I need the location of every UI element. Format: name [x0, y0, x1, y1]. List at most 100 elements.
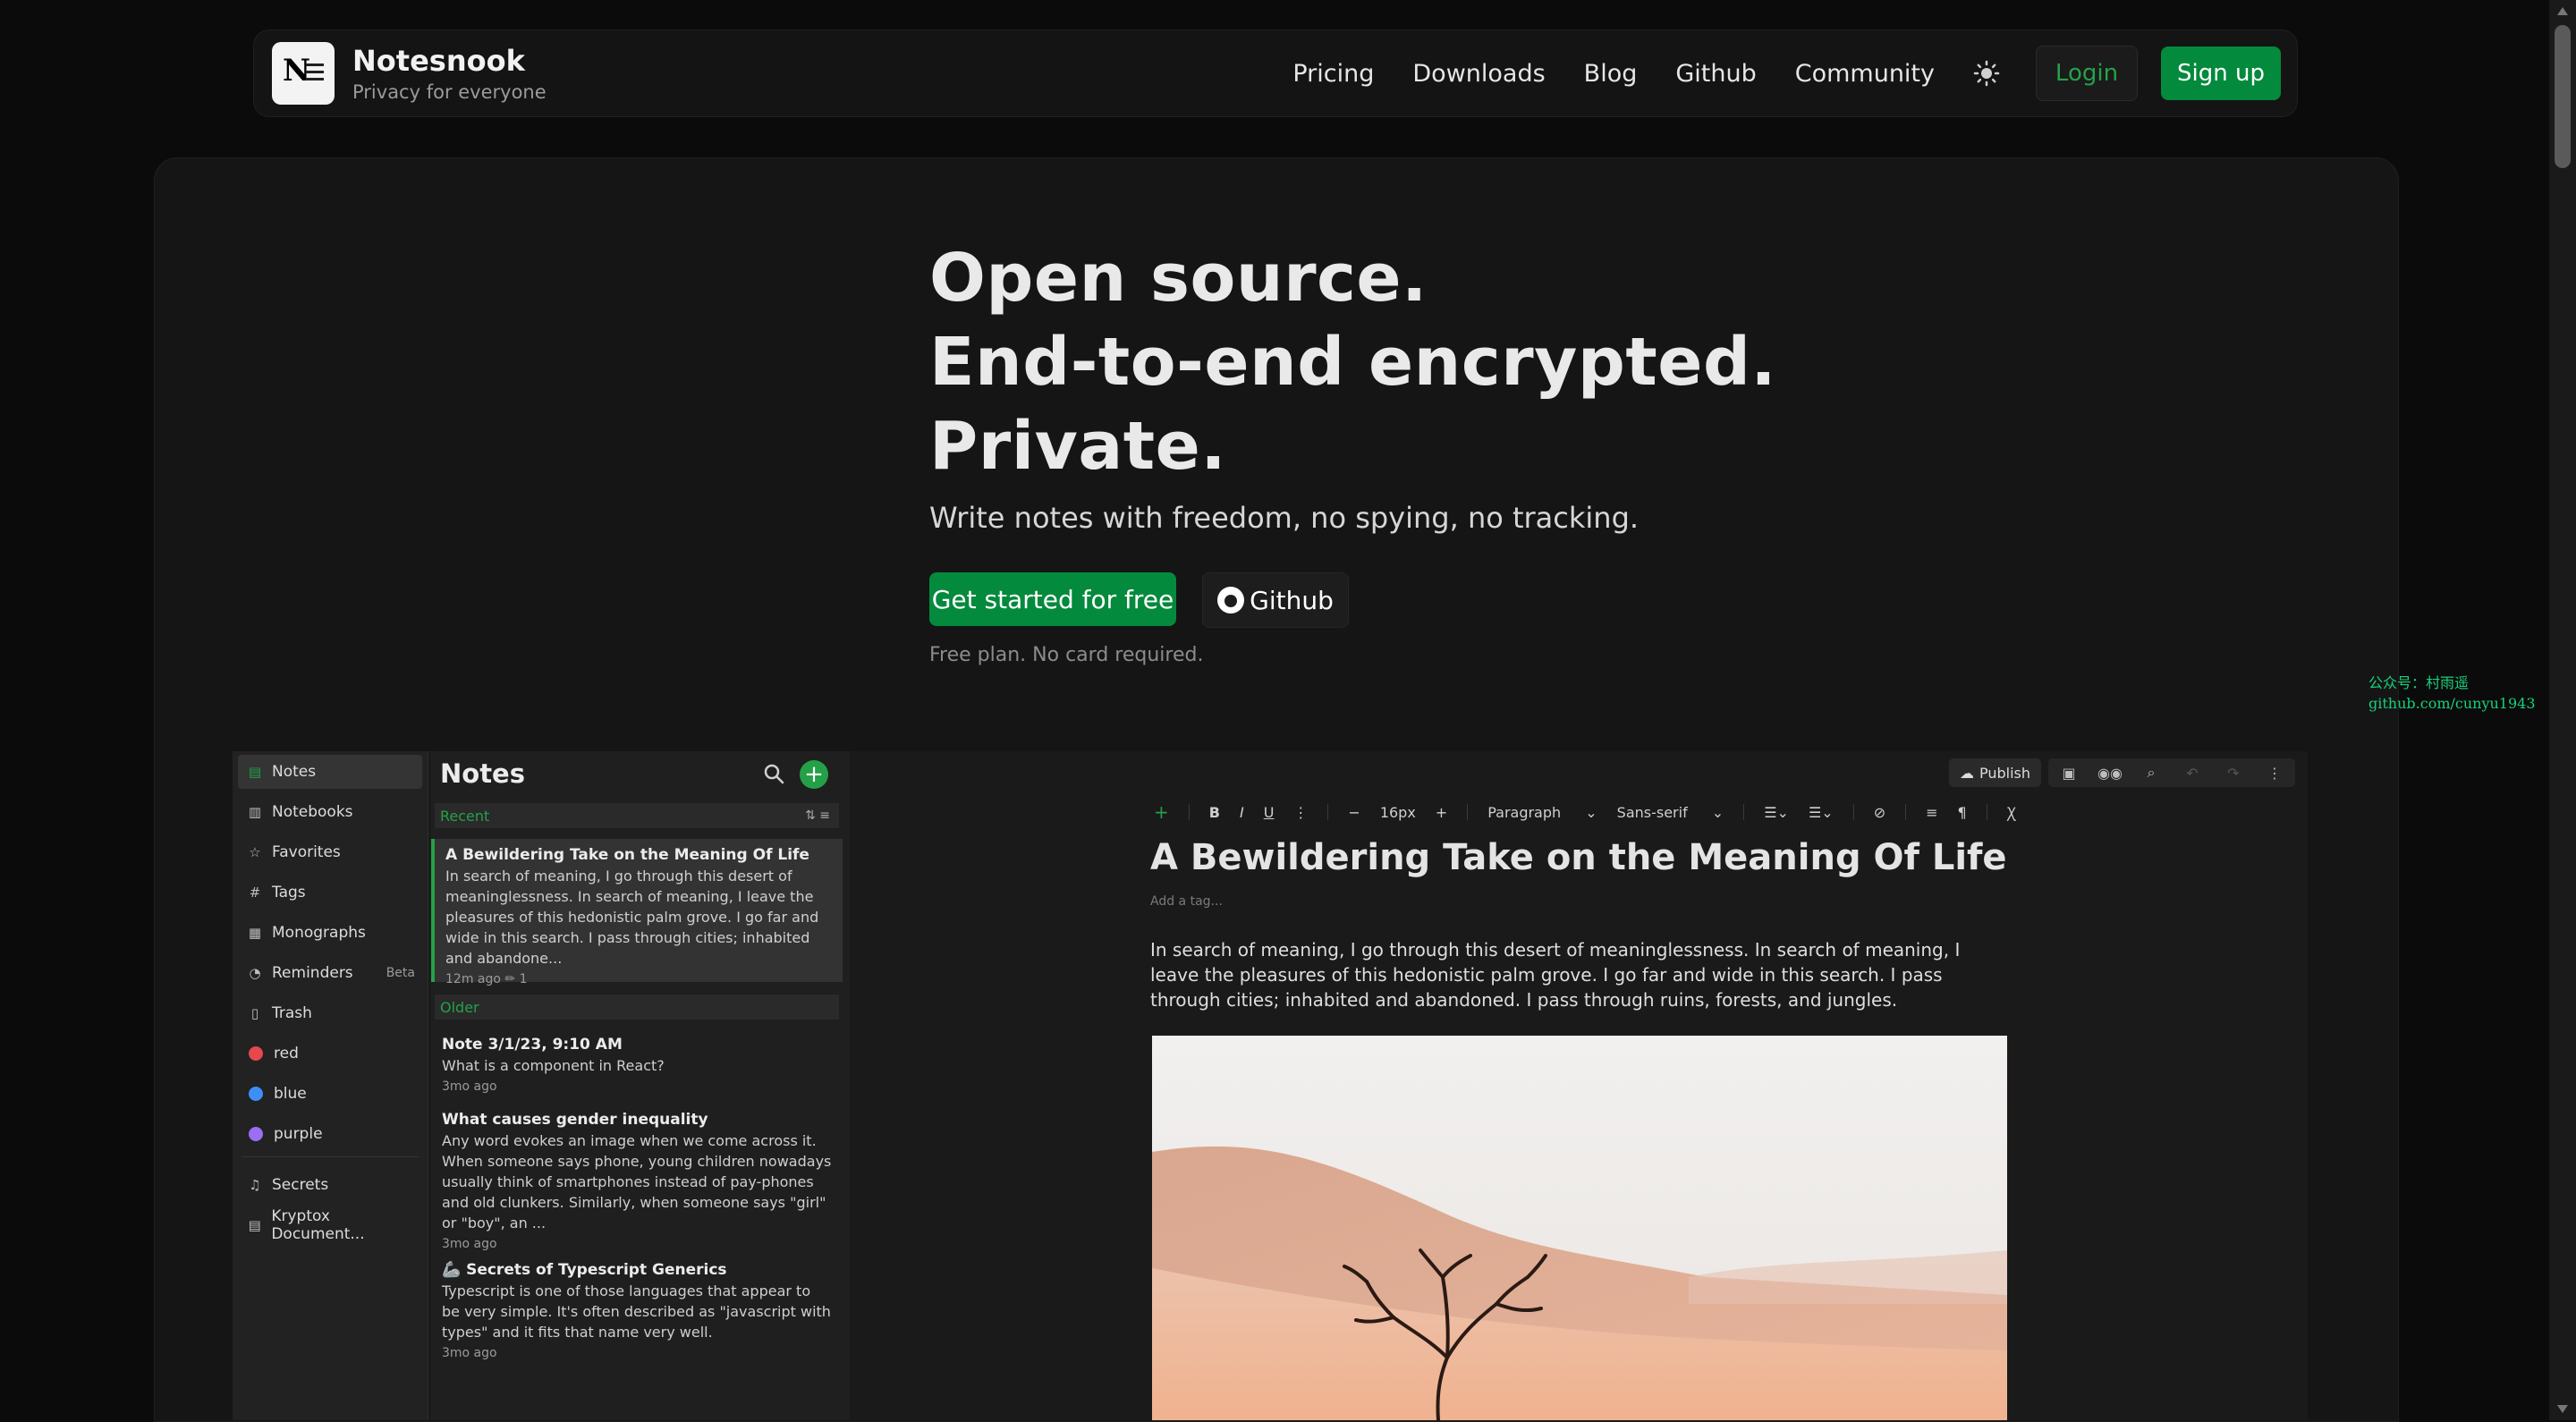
watermark-line1: 公众号：村雨遥: [2368, 674, 2470, 691]
group-label: Recent: [440, 807, 490, 825]
sidebar-item-favorites[interactable]: ☆ Favorites: [238, 835, 422, 869]
decrease-font-size-icon[interactable]: −: [1348, 804, 1360, 821]
notes-list-panel: Notes + Recent ⇅ ≡ A Bewildering Take on…: [431, 751, 851, 1420]
page-scrollbar[interactable]: [2549, 0, 2576, 1420]
sun-icon[interactable]: [1973, 60, 2000, 87]
watermark-line2: github.com/cunyu1943: [2368, 695, 2536, 712]
publish-label: Publish: [1979, 764, 2030, 782]
nav-link-community[interactable]: Community: [1795, 60, 1935, 88]
sidebar-divider: [242, 1156, 419, 1157]
note-preview: In search of meaning, I go through this …: [445, 868, 819, 967]
sidebar-item-label: Monographs: [272, 924, 366, 942]
italic-icon[interactable]: I: [1240, 804, 1244, 821]
scrollbar-thumb[interactable]: [2555, 25, 2571, 168]
split-view-icon[interactable]: ▣: [2048, 765, 2089, 782]
note-preview: What is a component in React?: [442, 1057, 665, 1074]
font-family-select[interactable]: Sans-serif ⌄: [1617, 804, 1724, 821]
toolbar-divider: [1467, 804, 1469, 820]
nav-link-github[interactable]: Github: [1675, 60, 1756, 88]
purple-color-dot-icon: [249, 1127, 263, 1141]
underline-icon[interactable]: U: [1264, 804, 1275, 821]
add-tag-input[interactable]: Add a tag...: [1150, 894, 1223, 909]
shortcut-icon: ▤: [248, 1217, 261, 1233]
login-button[interactable]: Login: [2036, 46, 2138, 101]
nav-link-pricing[interactable]: Pricing: [1292, 60, 1374, 88]
sidebar-item-reminders[interactable]: ◔ Reminders Beta: [238, 956, 422, 990]
sidebar-item-secrets[interactable]: ♫ Secrets: [238, 1168, 422, 1202]
trash-icon: ▯: [250, 1005, 259, 1021]
list-item[interactable]: Note 3/1/23, 9:10 AM What is a component…: [431, 1028, 843, 1101]
align-left-icon[interactable]: ≡: [1926, 804, 1937, 821]
toolbar-divider: [1188, 804, 1190, 820]
notebook-icon: ▥: [248, 804, 262, 820]
note-body-text[interactable]: In search of meaning, I go through this …: [1150, 937, 2000, 1012]
app-preview: ▤ Notes ▥ Notebooks ☆ Favorites # Tags ▦…: [233, 751, 2308, 1420]
note-title: Note 3/1/23, 9:10 AM: [442, 1036, 623, 1054]
sidebar-item-tags[interactable]: # Tags: [238, 876, 422, 910]
more-vertical-icon[interactable]: ⋮: [2254, 765, 2295, 782]
get-started-button[interactable]: Get started for free: [929, 572, 1176, 626]
sidebar-item-kryptox[interactable]: ▤ Kryptox Document...: [238, 1207, 422, 1243]
note-meta: 12m ago ✏ 1: [445, 972, 528, 986]
github-icon: [1217, 587, 1245, 614]
sidebar-item-trash[interactable]: ▯ Trash: [238, 996, 422, 1030]
nav-link-downloads[interactable]: Downloads: [1412, 60, 1545, 88]
paragraph-direction-icon[interactable]: ¶: [1958, 804, 1967, 821]
sidebar-item-label: Notebooks: [272, 803, 353, 821]
increase-font-size-icon[interactable]: +: [1436, 804, 1447, 821]
brand[interactable]: Notesnook Privacy for everyone: [352, 44, 547, 103]
sidebar-item-purple[interactable]: purple: [238, 1117, 422, 1151]
list-item[interactable]: What causes gender inequality Any word e…: [431, 1104, 843, 1258]
nav-links: Pricing Downloads Blog Github Community …: [1292, 46, 2297, 101]
font-family-label: Sans-serif: [1616, 803, 1688, 821]
top-navbar: N Notesnook Privacy for everyone Pricing…: [253, 30, 2298, 117]
font-size-value[interactable]: 16px: [1380, 804, 1416, 821]
notes-list-title: Notes: [440, 758, 525, 789]
watermark: 公众号：村雨遥 github.com/cunyu1943: [2368, 673, 2536, 714]
block-type-select[interactable]: Paragraph ⌄: [1487, 804, 1597, 821]
hero-heading-line1: Open source.: [929, 240, 1428, 317]
sidebar-item-notes[interactable]: ▤ Notes: [238, 755, 422, 789]
sort-icon[interactable]: ⇅ ≡: [805, 808, 830, 823]
block-type-label: Paragraph: [1487, 803, 1562, 821]
add-note-button[interactable]: +: [800, 760, 828, 789]
bullet-list-icon[interactable]: ☰⌄: [1809, 804, 1834, 821]
shortcut-icon: ♫: [249, 1177, 261, 1193]
editor-actions: ▣ ◉◉ ⌕ ↶ ↷ ⋮: [2048, 758, 2295, 787]
sidebar-item-monographs[interactable]: ▦ Monographs: [238, 916, 422, 950]
search-icon[interactable]: [762, 762, 785, 785]
note-title-heading[interactable]: A Bewildering Take on the Meaning Of Lif…: [1150, 837, 2007, 878]
sidebar-item-blue[interactable]: blue: [238, 1077, 422, 1111]
bold-icon[interactable]: B: [1209, 804, 1220, 821]
insert-block-icon[interactable]: +: [1154, 801, 1169, 823]
list-item[interactable]: 🦾 Secrets of Typescript Generics Typescr…: [431, 1254, 843, 1367]
link-icon[interactable]: ⊘: [1874, 804, 1885, 821]
more-vertical-icon[interactable]: ⋮: [1293, 804, 1308, 821]
sidebar-item-label: Notes: [272, 763, 317, 781]
redo-icon[interactable]: ↷: [2213, 765, 2254, 782]
publish-button[interactable]: ☁ Publish: [1948, 758, 2041, 787]
toolbar-divider: [1743, 804, 1745, 820]
sidebar-item-red[interactable]: red: [238, 1037, 422, 1071]
monograph-icon: ▦: [248, 925, 262, 941]
signup-button[interactable]: Sign up: [2161, 47, 2281, 100]
github-button[interactable]: Github: [1202, 572, 1349, 628]
focus-mode-icon[interactable]: ◉◉: [2089, 765, 2131, 782]
notesnook-logo-icon[interactable]: N: [272, 42, 335, 105]
sidebar-item-notebooks[interactable]: ▥ Notebooks: [238, 795, 422, 829]
scroll-down-arrow-icon[interactable]: [2557, 1405, 2568, 1413]
group-label: Older: [440, 998, 479, 1016]
search-icon[interactable]: ⌕: [2131, 764, 2172, 782]
nav-link-blog[interactable]: Blog: [1584, 60, 1638, 88]
group-header-older: Older: [435, 995, 839, 1020]
numbered-list-icon[interactable]: ☰⌄: [1764, 804, 1789, 821]
list-item[interactable]: A Bewildering Take on the Meaning Of Lif…: [431, 839, 843, 986]
undo-icon[interactable]: ↶: [2172, 765, 2213, 782]
clear-formatting-icon[interactable]: Ꭓ: [2007, 802, 2016, 822]
desert-tree-image: [1152, 1036, 2007, 1420]
note-preview: Any word evokes an image when we come ac…: [442, 1132, 832, 1232]
scroll-up-arrow-icon[interactable]: [2557, 7, 2568, 15]
sidebar-item-label: Tags: [272, 884, 306, 901]
toolbar-divider: [1327, 804, 1329, 820]
alarm-icon: ◔: [249, 965, 261, 981]
